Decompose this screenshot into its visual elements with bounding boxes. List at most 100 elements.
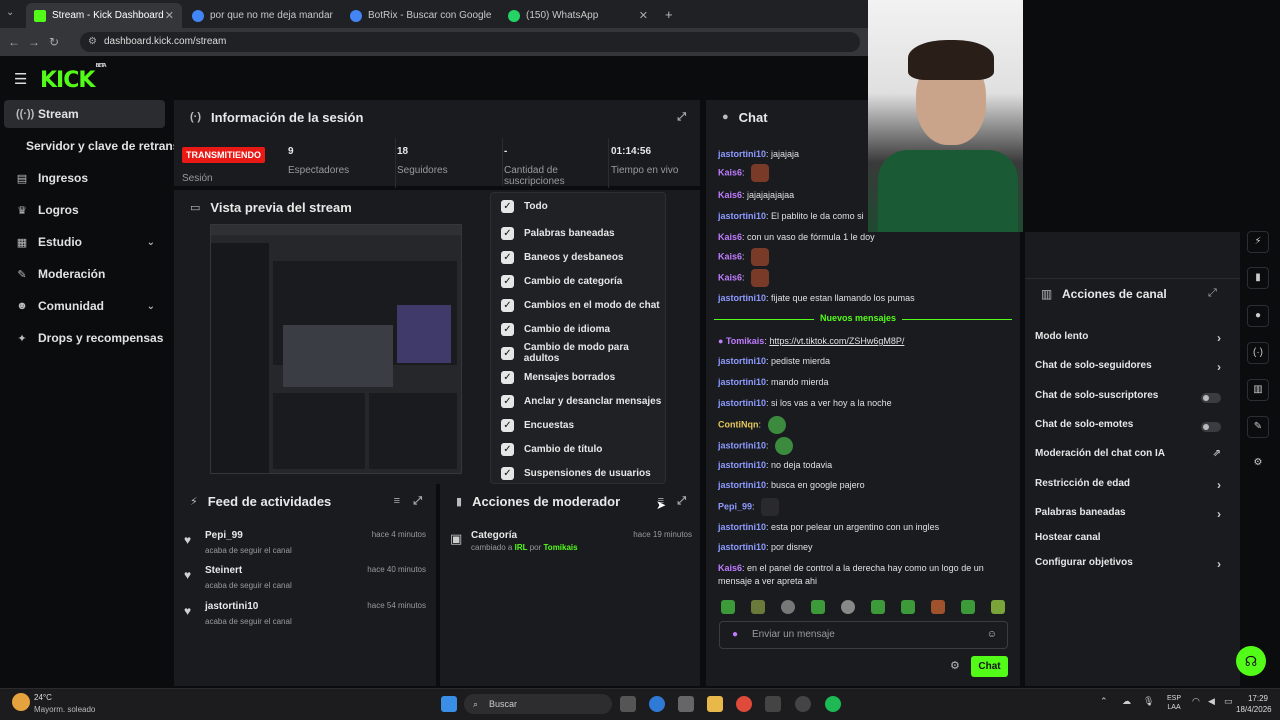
broadcast-icon[interactable]: (·) xyxy=(1247,342,1269,364)
site-info-icon[interactable]: ⚙ xyxy=(88,32,97,52)
chat-username[interactable]: Kais6 xyxy=(718,272,742,282)
spotify-icon[interactable] xyxy=(825,696,841,712)
emote-icon[interactable] xyxy=(991,600,1005,614)
chat-username[interactable]: Tomikais xyxy=(726,336,764,346)
channel-action-host[interactable]: Hostear canal xyxy=(1035,532,1223,550)
feed-item-name[interactable]: Steinert xyxy=(205,565,242,576)
lightning-icon[interactable]: ⚡ xyxy=(1247,231,1269,253)
task-view-icon[interactable] xyxy=(620,696,636,712)
url-field[interactable]: ⚙ dashboard.kick.com/stream xyxy=(80,32,860,52)
filter-option[interactable]: ✓ Cambio de idioma xyxy=(501,319,610,339)
chat-username[interactable]: jastortini10 xyxy=(718,398,766,408)
checkbox-checked-icon[interactable]: ✓ xyxy=(501,322,514,336)
chat-username[interactable]: ContiNqn xyxy=(718,419,759,429)
checkbox-checked-icon[interactable]: ✓ xyxy=(501,346,514,360)
sidebar-item-ingresos[interactable]: ▤ Ingresos xyxy=(4,164,165,192)
chat-username[interactable]: jastortini10 xyxy=(718,522,766,532)
close-icon[interactable]: ✕ xyxy=(165,9,174,22)
volume-icon[interactable]: ◀ xyxy=(1208,696,1215,707)
emote-icon[interactable] xyxy=(901,600,915,614)
sidebar-item-stream-key[interactable]: Servidor y clave de retransn xyxy=(14,132,174,160)
emote-icon[interactable] xyxy=(841,600,855,614)
windows-start-icon[interactable] xyxy=(441,696,457,712)
channel-action-age-restriction[interactable]: Restricción de edad › xyxy=(1035,478,1223,496)
chat-settings-gear-icon[interactable]: ⚙ xyxy=(950,659,960,672)
clock[interactable]: 17:29 18/4/2026 xyxy=(1236,693,1272,715)
sidebar-item-drops[interactable]: ✦ Drops y recompensas xyxy=(4,324,165,352)
emoji-icon[interactable]: ☺ xyxy=(987,622,997,648)
store-icon[interactable] xyxy=(678,696,694,712)
emote-icon[interactable] xyxy=(751,600,765,614)
filter-icon[interactable]: ≡ xyxy=(394,495,400,507)
emote-icon[interactable] xyxy=(871,600,885,614)
app-icon[interactable] xyxy=(795,696,811,712)
channel-action-goals[interactable]: Configurar objetivos › xyxy=(1035,557,1223,575)
taskbar-search[interactable]: ⌕ Buscar xyxy=(464,694,612,714)
toggle-switch[interactable] xyxy=(1201,393,1221,403)
channel-actions-icon[interactable]: ▥ xyxy=(1247,379,1269,401)
chat-username[interactable]: Kais6 xyxy=(718,563,742,573)
chat-username[interactable]: jastortini10 xyxy=(718,480,766,490)
sidebar-item-comunidad[interactable]: ☻ Comunidad ⌄ xyxy=(4,292,165,320)
checkbox-checked-icon[interactable]: ✓ xyxy=(501,442,514,456)
chat-username[interactable]: jastortini10 xyxy=(718,356,766,366)
toggle-switch[interactable] xyxy=(1201,422,1221,432)
gear-icon[interactable]: ⚙ xyxy=(1247,453,1269,475)
feed-item-name[interactable]: Pepi_99 xyxy=(205,530,243,541)
checkbox-checked-icon[interactable]: ✓ xyxy=(501,394,514,408)
chat-username[interactable]: jastortini10 xyxy=(718,377,766,387)
checkbox-checked-icon[interactable]: ✓ xyxy=(501,226,514,240)
filter-option[interactable]: ✓ Encuestas xyxy=(501,415,574,435)
cloud-icon[interactable]: ☁ xyxy=(1122,696,1131,707)
close-icon[interactable]: ✕ xyxy=(639,9,648,22)
expand-icon[interactable]: ⤢ xyxy=(1208,287,1217,300)
expand-icon[interactable]: ⤢ xyxy=(413,495,422,508)
wifi-icon[interactable]: ◠ xyxy=(1192,696,1200,707)
tab-list-icon[interactable]: ⌄ xyxy=(6,7,14,18)
chat-send-button[interactable]: Chat xyxy=(971,656,1008,677)
language-indicator[interactable]: ESP LAA xyxy=(1167,694,1181,712)
sidebar-item-logros[interactable]: ♛ Logros xyxy=(4,196,165,224)
filter-option[interactable]: ✓ Mensajes borrados xyxy=(501,367,615,387)
support-headset-icon[interactable]: ☊ xyxy=(1236,646,1266,676)
edge-icon[interactable] xyxy=(649,696,665,712)
checkbox-checked-icon[interactable]: ✓ xyxy=(501,274,514,288)
checkbox-checked-icon[interactable]: ✓ xyxy=(501,466,514,480)
filter-option[interactable]: ✓ Cambios en el modo de chat xyxy=(501,295,660,315)
tab-botrix-search[interactable]: BotRix - Buscar con Google ✕ xyxy=(342,3,492,28)
feed-item-name[interactable]: jastortini10 xyxy=(205,601,258,612)
channel-action-ai-moderation[interactable]: Moderación del chat con IA ⇗ xyxy=(1035,448,1223,466)
checkbox-checked-icon[interactable]: ✓ xyxy=(501,250,514,264)
channel-action-followers-only[interactable]: Chat de solo-seguidores › xyxy=(1035,360,1223,378)
expand-icon[interactable]: ⤢ xyxy=(677,111,686,124)
reload-icon[interactable]: ↻ xyxy=(44,35,64,49)
sidebar-item-estudio[interactable]: ▦ Estudio ⌄ xyxy=(4,228,165,256)
emote-icon[interactable] xyxy=(931,600,945,614)
checkbox-checked-icon[interactable]: ✓ xyxy=(501,370,514,384)
stream-preview-video[interactable] xyxy=(210,224,462,474)
file-explorer-icon[interactable] xyxy=(707,696,723,712)
kick-logo[interactable]: KICKBETA xyxy=(40,63,107,93)
filter-option[interactable]: ✓ Cambio de modo para adultos xyxy=(501,342,665,364)
chat-input[interactable]: ● Enviar un mensaje ☺ xyxy=(719,621,1008,649)
weather-temp[interactable]: 24°C xyxy=(34,693,52,702)
shield-icon[interactable]: ▮ xyxy=(1247,267,1269,289)
checkbox-checked-icon[interactable]: ✓ xyxy=(501,298,514,312)
tab-whatsapp[interactable]: (150) WhatsApp ✕ xyxy=(500,3,656,28)
chat-link[interactable]: https://vt.tiktok.com/ZSHw6gM8P/ xyxy=(769,336,904,346)
tab-kick-dashboard[interactable]: Stream - Kick Dashboard ✕ xyxy=(26,3,182,28)
filter-option-todo[interactable]: ✓ Todo xyxy=(501,196,548,216)
chat-bubble-icon[interactable]: ● xyxy=(1247,305,1269,327)
chat-username[interactable]: jastortini10 xyxy=(718,211,766,221)
modaction-value[interactable]: IRL xyxy=(515,543,528,552)
obs-icon[interactable] xyxy=(765,696,781,712)
emote-icon[interactable] xyxy=(781,600,795,614)
chat-username[interactable]: Pepi_99 xyxy=(718,501,752,511)
wrench-icon[interactable]: ✎ xyxy=(1247,416,1269,438)
chat-username[interactable]: jastortini10 xyxy=(718,460,766,470)
emote-icon[interactable] xyxy=(811,600,825,614)
expand-icon[interactable]: ⤢ xyxy=(677,495,686,508)
checkbox-checked-icon[interactable]: ✓ xyxy=(501,418,514,432)
emote-icon[interactable] xyxy=(961,600,975,614)
filter-option[interactable]: ✓ Suspensiones de usuarios xyxy=(501,463,651,483)
